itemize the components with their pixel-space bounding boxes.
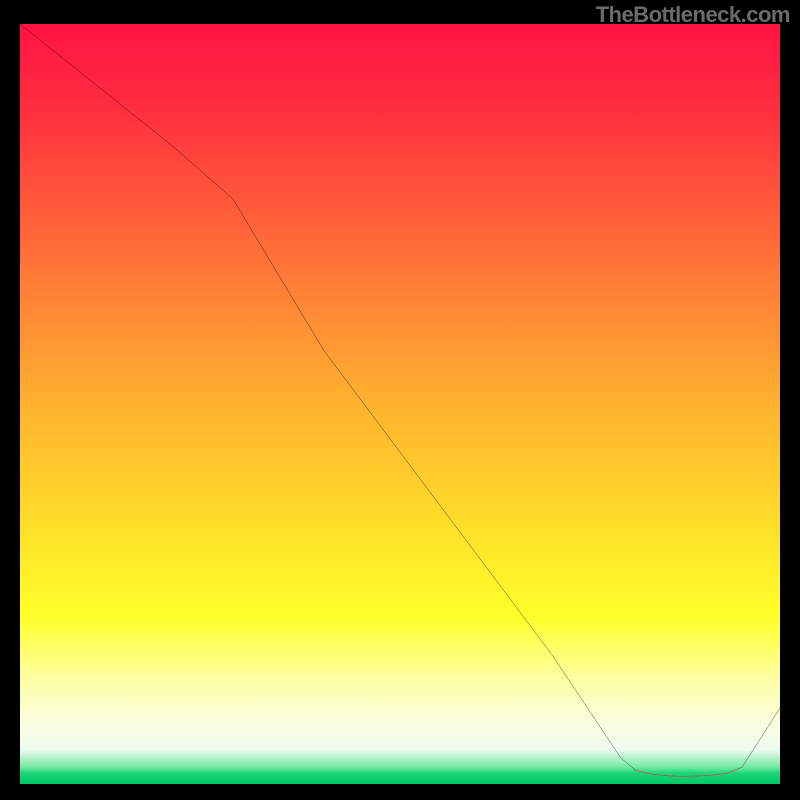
chart-svg [20,24,780,784]
plot-area [20,24,780,784]
marker-dashes [636,767,742,776]
main-curve [20,24,780,776]
chart-frame: TheBottleneck.com [0,0,800,800]
